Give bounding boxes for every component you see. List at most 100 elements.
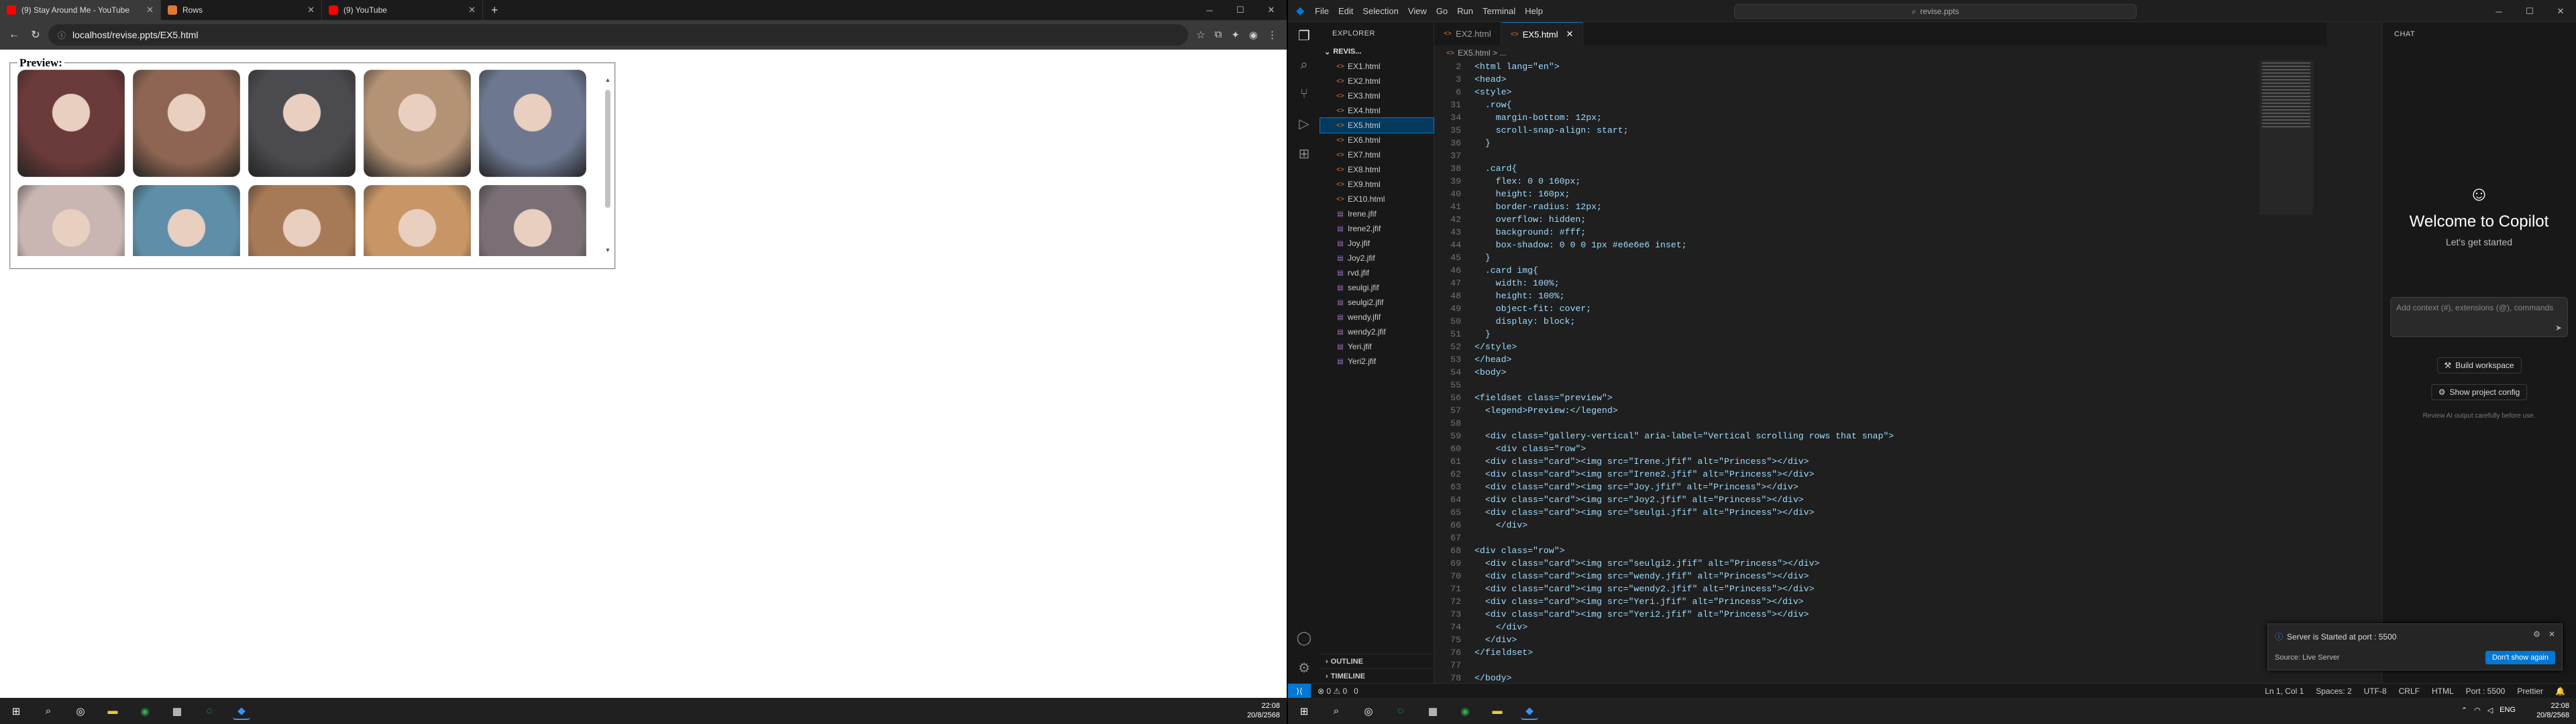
extension-icon[interactable]: ✦ [1231,29,1240,41]
language-mode[interactable]: HTML [2432,686,2454,696]
line-ending[interactable]: CRLF [2399,686,2420,696]
close-icon[interactable]: ✕ [1566,29,1574,40]
editor-tab-ex2[interactable]: <> EX2.html [1434,22,1501,46]
browser-tab-2[interactable]: Rows ✕ [161,0,322,20]
file-item[interactable]: ▤ Irene2.jfif [1320,221,1434,236]
editor-tab-ex5[interactable]: <> EX5.html ✕ [1501,22,1584,46]
site-info-icon[interactable]: ⓘ [58,29,66,41]
browser-tab-3[interactable]: (9) YouTube ✕ [322,0,483,20]
file-item[interactable]: ▤ Yeri2.jfif [1320,354,1434,369]
run-debug-icon[interactable]: ▷ [1299,115,1309,132]
file-item[interactable]: ▤ wendy.jfif [1320,310,1434,324]
file-explorer-icon[interactable]: ▬ [1489,703,1506,720]
close-icon[interactable]: ✕ [146,5,154,15]
prettier-status[interactable]: Prettier [2517,686,2543,696]
wifi-icon[interactable]: ◠ [2474,706,2481,715]
start-icon[interactable]: ⊞ [7,703,25,720]
file-explorer-icon[interactable]: ▬ [104,703,121,720]
file-item[interactable]: <> EX8.html [1320,162,1434,177]
file-item[interactable]: <> EX3.html [1320,88,1434,103]
edge-icon[interactable]: ◌ [1392,703,1409,720]
cursor-position[interactable]: Ln 1, Col 1 [2265,686,2304,696]
file-item[interactable]: ▤ Joy.jfif [1320,236,1434,251]
file-item[interactable]: ▤ Joy2.jfif [1320,251,1434,265]
store-icon[interactable]: ▦ [1424,703,1442,720]
bookmark-star-icon[interactable]: ☆ [1196,29,1205,41]
browser-tab-1[interactable]: (9) Stay Around Me - YouTube ✕ [0,0,161,20]
clock[interactable]: 22:08 20/8/2568 [1247,701,1280,720]
explorer-icon[interactable]: ❐ [1298,27,1310,44]
search-icon[interactable]: ⌕ [1328,703,1345,720]
file-item[interactable]: <> EX7.html [1320,147,1434,162]
settings-gear-icon[interactable]: ⚙ [1298,660,1310,676]
copilot-app-icon[interactable]: ◎ [72,703,89,720]
encoding[interactable]: UTF-8 [2364,686,2387,696]
file-item[interactable]: <> EX10.html [1320,192,1434,206]
build-workspace-button[interactable]: ⚒ Build workspace [2436,357,2522,373]
problems-status[interactable]: ⊗ 0 ⚠ 0 [1318,686,1347,696]
close-window-button[interactable]: ✕ [2545,1,2576,21]
bell-icon[interactable]: 🔔 [2555,686,2565,696]
file-item[interactable]: <> EX9.html [1320,177,1434,192]
search-icon[interactable]: ⌕ [1300,58,1307,73]
gallery-scrollbar[interactable]: ▲ ▼ [604,76,612,256]
file-item[interactable]: <> EX4.html [1320,103,1434,118]
source-control-icon[interactable]: ⑂ [1300,86,1308,102]
file-item[interactable]: ▤ seulgi.jfif [1320,280,1434,295]
start-icon[interactable]: ⊞ [1295,703,1313,720]
menu-item[interactable]: View [1408,6,1427,16]
back-icon[interactable]: ← [5,29,23,41]
vscode-taskbar-icon[interactable]: ◆ [233,703,250,720]
chrome-icon[interactable]: ◉ [1456,703,1474,720]
show-config-button[interactable]: ⚙ Show project config [2430,384,2528,400]
command-center[interactable]: ⌕ revise.ppts [1734,4,2137,19]
extension-icon[interactable]: ⧉ [1215,29,1222,41]
search-icon[interactable]: ⌕ [40,703,57,720]
scroll-thumb[interactable] [605,90,610,208]
chat-input[interactable]: Add context (#), extensions (@), command… [2390,297,2568,337]
send-icon[interactable]: ➤ [2555,323,2562,333]
gallery-vertical[interactable] [17,70,598,256]
menu-item[interactable]: Go [1436,6,1448,16]
close-window-button[interactable]: ✕ [1256,0,1287,20]
file-item[interactable]: <> EX2.html [1320,74,1434,88]
menu-item[interactable]: Terminal [1483,6,1515,16]
file-item[interactable]: ▤ Yeri.jfif [1320,339,1434,354]
chevron-up-icon[interactable]: ⌃ [2461,706,2467,715]
menu-item[interactable]: Edit [1338,6,1353,16]
language-indicator[interactable]: ENG [2500,706,2516,715]
close-icon[interactable]: ✕ [468,5,476,15]
remote-icon[interactable]: ⟩⟨ [1288,683,1311,698]
reload-icon[interactable]: ↻ [27,28,44,42]
minimize-button[interactable]: ─ [1194,0,1225,20]
scroll-up-arrow-icon[interactable]: ▲ [604,76,612,86]
file-item[interactable]: ▤ Irene.jfif [1320,206,1434,221]
profile-icon[interactable]: ◉ [1249,29,1258,41]
file-item[interactable]: ▤ rvd.jfif [1320,265,1434,280]
vscode-taskbar-icon[interactable]: ◆ [1521,703,1538,720]
folder-header[interactable]: ⌄ REVIS... [1320,44,1434,59]
edge-icon[interactable]: ◌ [201,703,218,720]
chrome-icon[interactable]: ◉ [136,703,154,720]
close-icon[interactable]: ✕ [307,5,315,15]
extensions-icon[interactable]: ⊞ [1299,145,1310,162]
breadcrumb[interactable]: <> EX5.html > ... [1434,46,2326,60]
copilot-app-icon[interactable]: ◎ [1360,703,1377,720]
close-icon[interactable]: ✕ [2548,629,2555,639]
menu-item[interactable]: File [1315,6,1329,16]
store-icon[interactable]: ▦ [168,703,186,720]
volume-icon[interactable]: ◁ [2487,706,2493,715]
indentation[interactable]: Spaces: 2 [2316,686,2351,696]
minimize-button[interactable]: ─ [2483,1,2514,21]
account-icon[interactable]: ◯ [1297,629,1311,646]
file-item[interactable]: ▤ seulgi2.jfif [1320,295,1434,310]
outline-section[interactable]: › OUTLINE [1320,654,1434,668]
maximize-button[interactable]: ☐ [1225,0,1256,20]
menu-item[interactable]: Help [1525,6,1543,16]
scroll-down-arrow-icon[interactable]: ▼ [604,247,612,256]
dont-show-again-button[interactable]: Don't show again [2485,651,2555,664]
file-item[interactable]: <> EX6.html [1320,133,1434,147]
live-server-port[interactable]: Port : 5500 [2466,686,2506,696]
menu-icon[interactable]: ⋮ [1267,29,1277,41]
menu-item[interactable]: Run [1457,6,1473,16]
